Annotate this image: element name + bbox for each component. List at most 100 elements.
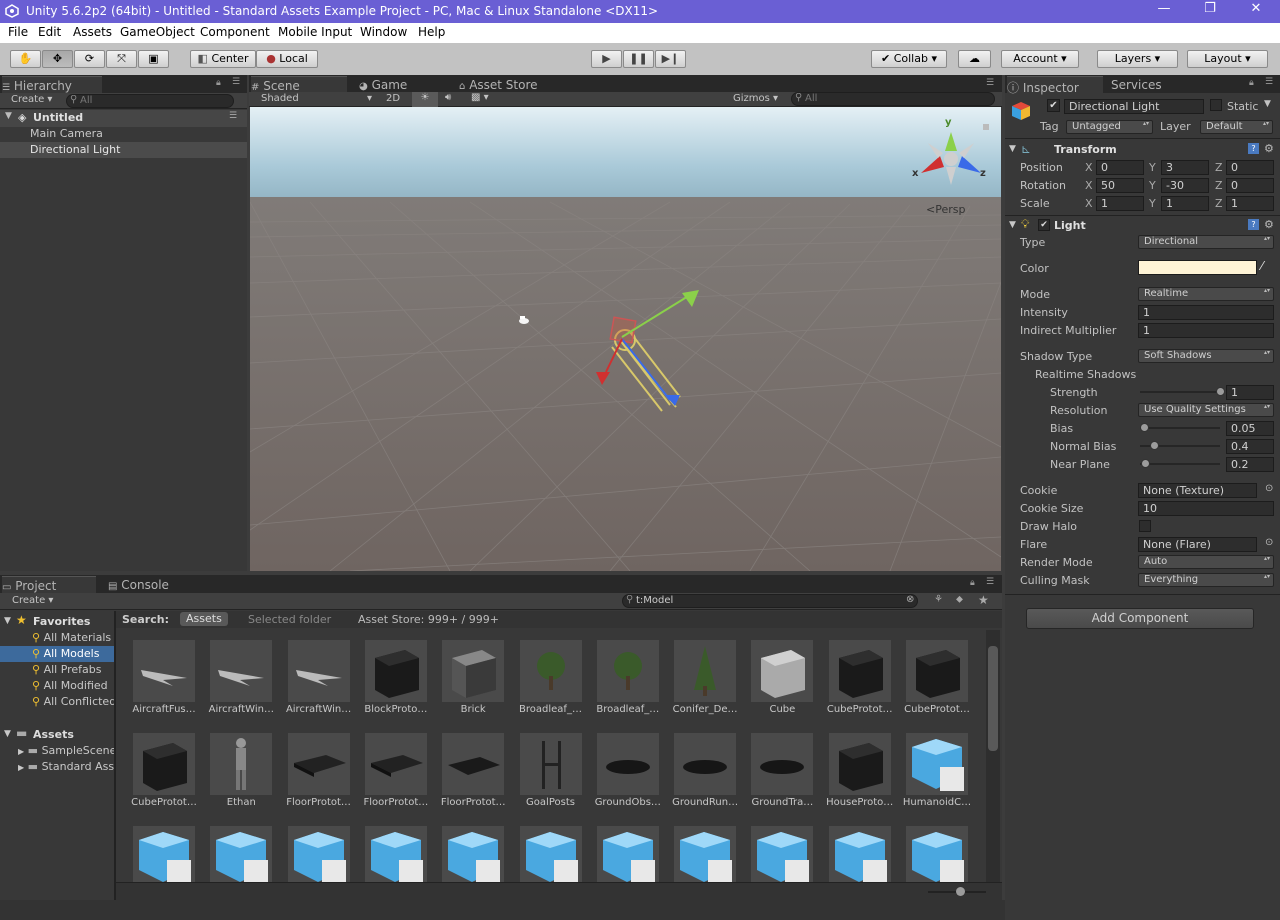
scale-x-input[interactable]: 1 — [1096, 196, 1144, 211]
hierarchy-item-main-camera[interactable]: Main Camera — [30, 127, 103, 140]
position-z-input[interactable]: 0 — [1226, 160, 1274, 175]
asset-tile[interactable]: Brick — [429, 640, 509, 730]
thumbnail-size-slider-knob[interactable] — [956, 887, 965, 896]
asset-tile[interactable] — [429, 826, 509, 882]
menu-file[interactable]: File — [8, 25, 28, 39]
shading-mode-dropdown[interactable]: Shaded — [261, 93, 299, 104]
favorite-all-conflicted[interactable]: ⚲ All Conflicted — [32, 695, 114, 708]
indirect-multiplier-input[interactable]: 1 — [1138, 323, 1274, 338]
menu-mobile-input[interactable]: Mobile Input — [278, 25, 352, 39]
tab-console[interactable]: ▤ Console — [108, 576, 188, 593]
asset-tile[interactable]: GoalPosts — [507, 733, 587, 823]
static-dropdown-icon[interactable]: ▼ — [1264, 99, 1271, 109]
scene-header-row[interactable]: ▼ ◈ Untitled ☰ — [0, 110, 247, 127]
transform-header[interactable]: ▼ ⊾ Transform ? ⚙ — [1005, 141, 1280, 159]
tab-inspector[interactable]: ⓘ Inspector — [1007, 76, 1103, 95]
near-plane-slider-track[interactable] — [1140, 463, 1220, 465]
favorite-all-prefabs[interactable]: ⚲ All Prefabs — [32, 663, 102, 676]
lock-icon[interactable]: 🔒︎ — [216, 78, 221, 88]
folder-samplescenes[interactable]: ▶ ▬ SampleScenes — [18, 744, 114, 757]
favorites-expand-icon[interactable]: ▼ — [4, 616, 11, 626]
asset-tile[interactable]: HouseProto… — [816, 733, 896, 823]
asset-tile[interactable]: GroundObs… — [584, 733, 664, 823]
menu-component[interactable]: Component — [200, 25, 270, 39]
intensity-input[interactable]: 1 — [1138, 305, 1274, 320]
asset-tile[interactable] — [120, 826, 200, 882]
light-gear-icon[interactable]: ⚙ — [1264, 218, 1274, 231]
asset-tile[interactable] — [197, 826, 277, 882]
asset-tile[interactable]: AircraftFus… — [120, 640, 200, 730]
tab-hierarchy[interactable]: ☰ Hierarchy — [2, 76, 102, 93]
hierarchy-selected-row[interactable]: Directional Light — [0, 142, 247, 158]
folder-expand-icon[interactable]: ▶ — [18, 763, 24, 772]
menu-assets[interactable]: Assets — [73, 25, 112, 39]
color-swatch[interactable] — [1138, 260, 1257, 275]
projection-toggle[interactable]: <Persp — [926, 203, 965, 216]
asset-tile[interactable]: Broadleaf_… — [507, 640, 587, 730]
favorite-all-models[interactable]: ⚲ All Models — [0, 646, 114, 662]
normal-bias-slider-knob[interactable] — [1149, 441, 1159, 450]
asset-tile[interactable]: Ethan — [197, 733, 277, 823]
asset-tile[interactable]: FloorProtot… — [352, 733, 432, 823]
favorite-all-modified[interactable]: ⚲ All Modified — [32, 679, 108, 692]
space-toggle-button[interactable]: ● Local — [256, 50, 318, 68]
asset-tile[interactable]: FloorProtot… — [275, 733, 355, 823]
asset-tile[interactable]: BlockProto… — [352, 640, 432, 730]
asset-tile[interactable] — [352, 826, 432, 882]
asset-tile[interactable]: Cube — [738, 640, 818, 730]
menu-window[interactable]: Window — [360, 25, 407, 39]
asset-tile[interactable]: Conifer_De… — [661, 640, 741, 730]
tab-project[interactable]: ▭ Project — [2, 576, 96, 593]
transform-expand-icon[interactable]: ▼ — [1009, 144, 1016, 154]
collab-dropdown[interactable]: ✔ Collab ▾ — [871, 50, 947, 68]
bias-slider-track[interactable] — [1140, 427, 1220, 429]
light-header[interactable]: ▼ 💡︎ ✔ Light ? ⚙ — [1005, 217, 1280, 235]
assets-expand-icon[interactable]: ▼ — [4, 729, 11, 739]
cloud-button[interactable]: ☁ — [958, 50, 991, 68]
hierarchy-search-input[interactable]: All — [66, 94, 234, 108]
cookie-field[interactable]: None (Texture) — [1138, 483, 1257, 498]
asset-tile[interactable]: Broadleaf_… — [584, 640, 664, 730]
flare-picker-icon[interactable]: ⊙ — [1265, 537, 1273, 548]
filter-type-icon[interactable]: ⚘ — [934, 594, 943, 605]
asset-tile[interactable] — [893, 826, 973, 882]
maximize-button[interactable]: ❐ — [1190, 1, 1230, 21]
scene-search-input[interactable]: All — [791, 92, 995, 106]
project-search-input[interactable]: t:Model — [622, 594, 918, 608]
light-expand-icon[interactable]: ▼ — [1009, 220, 1016, 230]
resolution-dropdown[interactable]: Use Quality Settings — [1138, 403, 1274, 417]
gizmos-dropdown[interactable]: Gizmos ▾ — [733, 93, 778, 104]
clear-search-icon[interactable]: ⊗ — [906, 594, 914, 605]
object-name-input[interactable]: Directional Light — [1064, 99, 1204, 114]
cookie-picker-icon[interactable]: ⊙ — [1265, 483, 1273, 494]
minimize-button[interactable]: — — [1144, 1, 1184, 21]
rotation-x-input[interactable]: 50 — [1096, 178, 1144, 193]
eyedropper-icon[interactable]: ⁄ — [1261, 259, 1263, 273]
pivot-toggle-button[interactable]: ◧ Center — [190, 50, 256, 68]
effects-dropdown[interactable]: ▩ ▾ — [471, 92, 489, 103]
near-plane-input[interactable]: 0.2 — [1226, 457, 1274, 472]
audio-toggle-button[interactable]: 🔊︎ — [445, 92, 451, 103]
type-dropdown[interactable]: Directional — [1138, 235, 1274, 249]
lighting-toggle-button[interactable]: ☀ — [412, 92, 438, 107]
layer-dropdown[interactable]: Default — [1200, 120, 1273, 134]
favorite-all-materials[interactable]: ⚲ All Materials — [32, 631, 111, 644]
rotate-tool-button[interactable]: ⟳ — [74, 50, 105, 68]
scale-z-input[interactable]: 1 — [1226, 196, 1274, 211]
strength-slider-knob[interactable] — [1216, 387, 1225, 396]
scene-menu-icon[interactable]: ☰ — [229, 111, 237, 121]
favorite-star-icon[interactable]: ★ — [978, 593, 989, 607]
static-checkbox[interactable] — [1210, 99, 1222, 111]
asset-tile[interactable]: HumanoidC… — [893, 733, 973, 823]
flare-field[interactable]: None (Flare) — [1138, 537, 1257, 552]
step-button[interactable]: ▶❙ — [655, 50, 686, 68]
render-mode-dropdown[interactable]: Auto — [1138, 555, 1274, 569]
close-button[interactable]: ✕ — [1236, 1, 1276, 21]
asset-tile[interactable] — [816, 826, 896, 882]
panel-menu-icon[interactable]: ☰ — [232, 77, 240, 87]
asset-tile[interactable]: AircraftWin… — [275, 640, 355, 730]
play-button[interactable]: ▶ — [591, 50, 622, 68]
asset-tile[interactable]: CubeProtot… — [816, 640, 896, 730]
project-lock-icon[interactable]: 🔒︎ — [970, 578, 975, 588]
light-enabled-checkbox[interactable]: ✔ — [1038, 219, 1050, 231]
